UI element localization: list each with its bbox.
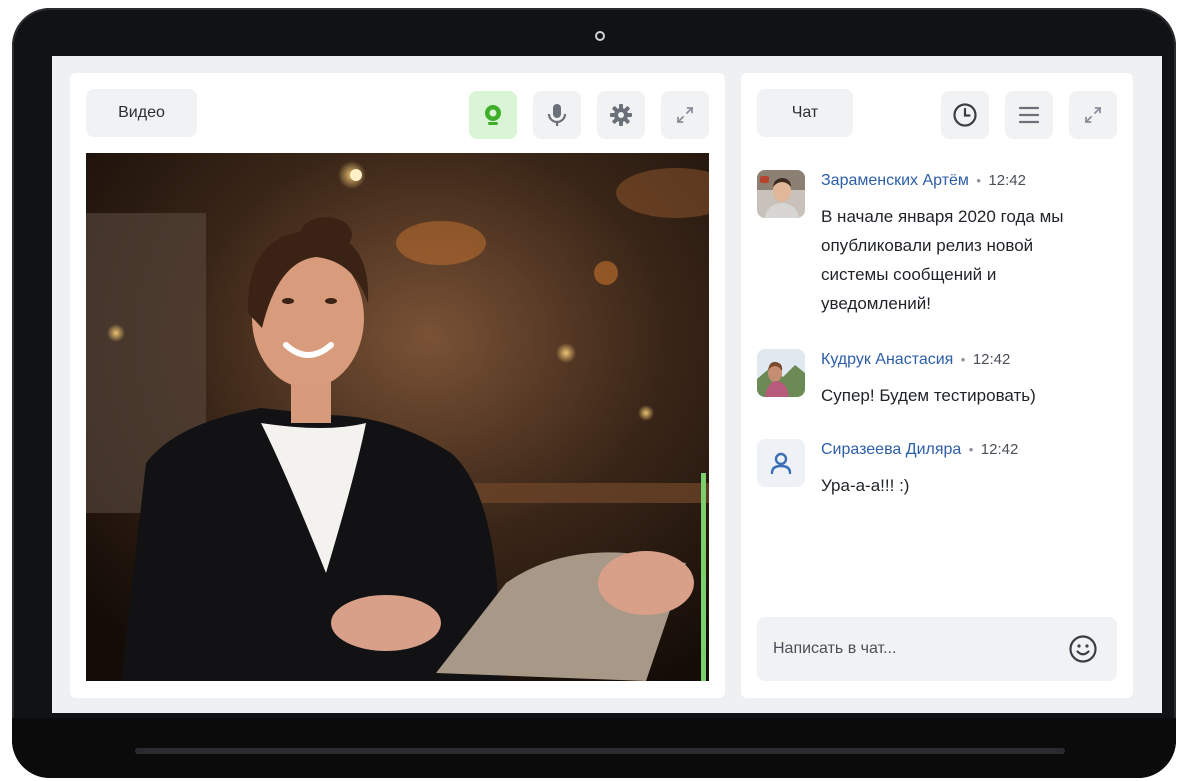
chat-message: Сиразеева Диляра • 12:42 Ура-а-а!!! :) xyxy=(757,439,1127,509)
message-separator: • xyxy=(976,173,981,188)
webcam-button[interactable] xyxy=(469,91,517,139)
webcam-icon xyxy=(485,105,501,125)
chat-message: Зараменских Артём • 12:42 В начале январ… xyxy=(757,170,1127,320)
laptop-hinge xyxy=(135,748,1065,754)
message-author[interactable]: Зараменских Артём xyxy=(821,172,969,189)
message-header: Кудрук Анастасия • 12:42 xyxy=(821,351,1010,369)
avatar[interactable] xyxy=(757,439,805,487)
message-header: Зараменских Артём • 12:42 xyxy=(821,172,1026,190)
photo-avatar-icon xyxy=(757,170,805,218)
smiley-icon xyxy=(1069,635,1097,663)
avatar[interactable] xyxy=(757,349,805,397)
expand-icon xyxy=(677,107,693,123)
microphone-icon xyxy=(547,104,567,126)
message-header: Сиразеева Диляра • 12:42 xyxy=(821,441,1018,459)
message-time: 12:42 xyxy=(972,351,1011,368)
message-text: Ура-а-а!!! :) xyxy=(821,476,910,495)
participant-video-image xyxy=(86,153,709,681)
chat-tab-label[interactable]: Чат xyxy=(757,89,853,137)
chat-input[interactable] xyxy=(773,617,1053,681)
video-fullscreen-button[interactable] xyxy=(661,91,709,139)
message-separator: • xyxy=(960,352,966,367)
message-time: 12:42 xyxy=(988,172,1026,189)
gear-icon xyxy=(610,104,632,126)
emoji-button[interactable] xyxy=(1066,632,1100,666)
microphone-button[interactable] xyxy=(533,91,581,139)
menu-icon xyxy=(1018,106,1040,124)
message-time: 12:42 xyxy=(980,441,1019,458)
message-author[interactable]: Сиразеева Диляра xyxy=(821,441,961,458)
chat-fullscreen-button[interactable] xyxy=(1069,91,1117,139)
history-button[interactable] xyxy=(941,91,989,139)
chat-input-box xyxy=(757,617,1117,681)
camera-icon xyxy=(595,31,605,41)
user-icon xyxy=(757,439,805,487)
avatar[interactable] xyxy=(757,170,805,218)
video-feed xyxy=(86,153,709,681)
chat-menu-button[interactable] xyxy=(1005,91,1053,139)
chat-message: Кудрук Анастасия • 12:42 Супер! Будем те… xyxy=(757,349,1127,419)
photo-avatar-icon xyxy=(757,349,805,397)
clock-icon xyxy=(953,103,977,127)
message-text: Супер! Будем тестировать) xyxy=(821,386,1036,405)
message-text: В начале января 2020 года мы опубликовал… xyxy=(821,207,1064,313)
audio-level-bar xyxy=(701,473,706,681)
message-separator: • xyxy=(968,442,974,457)
expand-icon xyxy=(1085,107,1101,123)
video-tab-label[interactable]: Видео xyxy=(86,89,197,137)
message-author[interactable]: Кудрук Анастасия xyxy=(821,351,953,368)
settings-button[interactable] xyxy=(597,91,645,139)
